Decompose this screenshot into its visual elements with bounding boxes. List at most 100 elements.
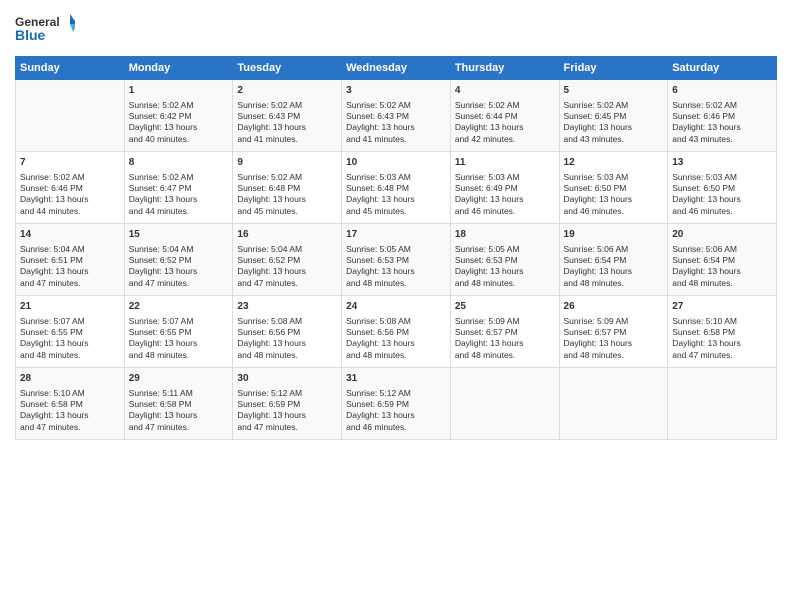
- day-number: 29: [129, 372, 229, 386]
- calendar-cell: 9 Sunrise: 5:02 AM Sunset: 6:48 PM Daylig…: [233, 152, 342, 224]
- day-info: Sunrise: 5:02 AM Sunset: 6:46 PM Dayligh…: [672, 100, 772, 146]
- calendar-cell: 10 Sunrise: 5:03 AM Sunset: 6:48 PM Dayli…: [342, 152, 451, 224]
- header: General Blue: [15, 10, 777, 50]
- day-number: 27: [672, 300, 772, 314]
- day-info: Sunrise: 5:07 AM Sunset: 6:55 PM Dayligh…: [129, 316, 229, 362]
- day-info: Sunrise: 5:02 AM Sunset: 6:43 PM Dayligh…: [346, 100, 446, 146]
- day-info: Sunrise: 5:02 AM Sunset: 6:46 PM Dayligh…: [20, 172, 120, 218]
- calendar-cell: 1 Sunrise: 5:02 AM Sunset: 6:42 PM Daylig…: [124, 80, 233, 152]
- day-info: Sunrise: 5:02 AM Sunset: 6:47 PM Dayligh…: [129, 172, 229, 218]
- day-info: Sunrise: 5:03 AM Sunset: 6:49 PM Dayligh…: [455, 172, 555, 218]
- day-number: 5: [564, 84, 664, 98]
- day-info: Sunrise: 5:08 AM Sunset: 6:56 PM Dayligh…: [237, 316, 337, 362]
- day-number: 30: [237, 372, 337, 386]
- day-info: Sunrise: 5:04 AM Sunset: 6:52 PM Dayligh…: [129, 244, 229, 290]
- calendar-cell: 4Sunrise: 5:02 AM Sunset: 6:44 PM Daylig…: [450, 80, 559, 152]
- header-row: SundayMondayTuesdayWednesdayThursdayFrid…: [16, 57, 777, 80]
- col-header-thursday: Thursday: [450, 57, 559, 80]
- week-row-2: 14Sunrise: 5:04 AM Sunset: 6:51 PM Dayli…: [16, 224, 777, 296]
- day-number: 11: [455, 156, 555, 170]
- day-info: Sunrise: 5:03 AM Sunset: 6:48 PM Dayligh…: [346, 172, 446, 218]
- day-number: 16: [237, 228, 337, 242]
- day-info: Sunrise: 5:05 AM Sunset: 6:53 PM Dayligh…: [346, 244, 446, 290]
- day-number: 3: [346, 84, 446, 98]
- week-row-3: 21Sunrise: 5:07 AM Sunset: 6:55 PM Dayli…: [16, 296, 777, 368]
- day-info: Sunrise: 5:02 AM Sunset: 6:43 PM Dayligh…: [237, 100, 337, 146]
- calendar-table: SundayMondayTuesdayWednesdayThursdayFrid…: [15, 56, 777, 440]
- day-number: 1: [129, 84, 229, 98]
- calendar-cell: 27 Sunrise: 5:10 AM Sunset: 6:58 PM Dayli…: [668, 296, 777, 368]
- calendar-cell: 22 Sunrise: 5:07 AM Sunset: 6:55 PM Dayli…: [124, 296, 233, 368]
- svg-text:Blue: Blue: [15, 27, 46, 43]
- day-number: 28: [20, 372, 120, 386]
- calendar-cell: [450, 368, 559, 440]
- day-number: 7: [20, 156, 120, 170]
- day-number: 10: [346, 156, 446, 170]
- calendar-cell: 28 Sunrise: 5:10 AM Sunset: 6:58 PM Dayli…: [16, 368, 125, 440]
- col-header-saturday: Saturday: [668, 57, 777, 80]
- day-info: Sunrise: 5:12 AM Sunset: 6:59 PM Dayligh…: [346, 388, 446, 434]
- calendar-cell: 21Sunrise: 5:07 AM Sunset: 6:55 PM Dayli…: [16, 296, 125, 368]
- day-info: Sunrise: 5:10 AM Sunset: 6:58 PM Dayligh…: [20, 388, 120, 434]
- day-number: 2: [237, 84, 337, 98]
- calendar-cell: 3 Sunrise: 5:02 AM Sunset: 6:43 PM Daylig…: [342, 80, 451, 152]
- day-info: Sunrise: 5:06 AM Sunset: 6:54 PM Dayligh…: [672, 244, 772, 290]
- calendar-cell: 16 Sunrise: 5:04 AM Sunset: 6:52 PM Dayli…: [233, 224, 342, 296]
- calendar-cell: 29 Sunrise: 5:11 AM Sunset: 6:58 PM Dayli…: [124, 368, 233, 440]
- day-number: 31: [346, 372, 446, 386]
- calendar-cell: 13Sunrise: 5:03 AM Sunset: 6:50 PM Dayli…: [668, 152, 777, 224]
- day-info: Sunrise: 5:04 AM Sunset: 6:52 PM Dayligh…: [237, 244, 337, 290]
- day-info: Sunrise: 5:09 AM Sunset: 6:57 PM Dayligh…: [455, 316, 555, 362]
- week-row-0: 1 Sunrise: 5:02 AM Sunset: 6:42 PM Daylig…: [16, 80, 777, 152]
- calendar-cell: 23 Sunrise: 5:08 AM Sunset: 6:56 PM Dayli…: [233, 296, 342, 368]
- col-header-sunday: Sunday: [16, 57, 125, 80]
- day-number: 23: [237, 300, 337, 314]
- day-number: 13: [672, 156, 772, 170]
- day-info: Sunrise: 5:08 AM Sunset: 6:56 PM Dayligh…: [346, 316, 446, 362]
- day-number: 17: [346, 228, 446, 242]
- calendar-cell: 6 Sunrise: 5:02 AM Sunset: 6:46 PM Daylig…: [668, 80, 777, 152]
- calendar-cell: 8 Sunrise: 5:02 AM Sunset: 6:47 PM Daylig…: [124, 152, 233, 224]
- day-number: 26: [564, 300, 664, 314]
- page: General Blue SundayMondayTuesdayWednesda…: [0, 0, 792, 612]
- calendar-cell: 14Sunrise: 5:04 AM Sunset: 6:51 PM Dayli…: [16, 224, 125, 296]
- day-info: Sunrise: 5:07 AM Sunset: 6:55 PM Dayligh…: [20, 316, 120, 362]
- day-info: Sunrise: 5:12 AM Sunset: 6:59 PM Dayligh…: [237, 388, 337, 434]
- day-info: Sunrise: 5:09 AM Sunset: 6:57 PM Dayligh…: [564, 316, 664, 362]
- col-header-monday: Monday: [124, 57, 233, 80]
- day-info: Sunrise: 5:02 AM Sunset: 6:42 PM Dayligh…: [129, 100, 229, 146]
- day-number: 6: [672, 84, 772, 98]
- day-info: Sunrise: 5:02 AM Sunset: 6:45 PM Dayligh…: [564, 100, 664, 146]
- day-info: Sunrise: 5:11 AM Sunset: 6:58 PM Dayligh…: [129, 388, 229, 434]
- calendar-cell: 25Sunrise: 5:09 AM Sunset: 6:57 PM Dayli…: [450, 296, 559, 368]
- calendar-cell: 18Sunrise: 5:05 AM Sunset: 6:53 PM Dayli…: [450, 224, 559, 296]
- calendar-cell: 20 Sunrise: 5:06 AM Sunset: 6:54 PM Dayli…: [668, 224, 777, 296]
- calendar-cell: [668, 368, 777, 440]
- day-info: Sunrise: 5:02 AM Sunset: 6:48 PM Dayligh…: [237, 172, 337, 218]
- calendar-cell: 19 Sunrise: 5:06 AM Sunset: 6:54 PM Dayli…: [559, 224, 668, 296]
- calendar-cell: [16, 80, 125, 152]
- week-row-4: 28 Sunrise: 5:10 AM Sunset: 6:58 PM Dayli…: [16, 368, 777, 440]
- day-number: 15: [129, 228, 229, 242]
- day-number: 8: [129, 156, 229, 170]
- day-info: Sunrise: 5:05 AM Sunset: 6:53 PM Dayligh…: [455, 244, 555, 290]
- calendar-cell: 17 Sunrise: 5:05 AM Sunset: 6:53 PM Dayli…: [342, 224, 451, 296]
- calendar-cell: 5 Sunrise: 5:02 AM Sunset: 6:45 PM Daylig…: [559, 80, 668, 152]
- calendar-cell: 24Sunrise: 5:08 AM Sunset: 6:56 PM Dayli…: [342, 296, 451, 368]
- day-number: 9: [237, 156, 337, 170]
- logo-svg: General Blue: [15, 10, 75, 50]
- calendar-cell: 31 Sunrise: 5:12 AM Sunset: 6:59 PM Dayli…: [342, 368, 451, 440]
- week-row-1: 7 Sunrise: 5:02 AM Sunset: 6:46 PM Daylig…: [16, 152, 777, 224]
- day-number: 12: [564, 156, 664, 170]
- day-number: 20: [672, 228, 772, 242]
- day-info: Sunrise: 5:06 AM Sunset: 6:54 PM Dayligh…: [564, 244, 664, 290]
- calendar-cell: 2 Sunrise: 5:02 AM Sunset: 6:43 PM Daylig…: [233, 80, 342, 152]
- day-info: Sunrise: 5:03 AM Sunset: 6:50 PM Dayligh…: [564, 172, 664, 218]
- calendar-cell: 15 Sunrise: 5:04 AM Sunset: 6:52 PM Dayli…: [124, 224, 233, 296]
- calendar-cell: 7 Sunrise: 5:02 AM Sunset: 6:46 PM Daylig…: [16, 152, 125, 224]
- day-info: Sunrise: 5:10 AM Sunset: 6:58 PM Dayligh…: [672, 316, 772, 362]
- col-header-tuesday: Tuesday: [233, 57, 342, 80]
- day-number: 4: [455, 84, 555, 98]
- day-number: 19: [564, 228, 664, 242]
- day-number: 22: [129, 300, 229, 314]
